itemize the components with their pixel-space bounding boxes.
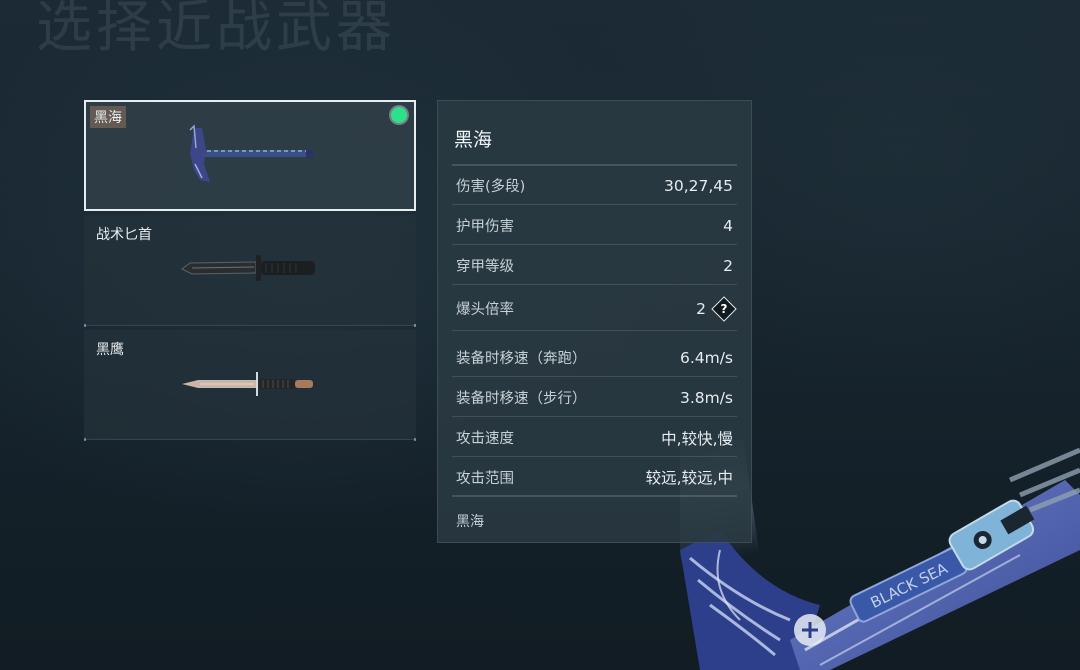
stat-label: 伤害(多段) — [456, 179, 526, 195]
stat-row-penetration: 穿甲等级 2 — [452, 247, 737, 285]
dagger-icon — [182, 372, 313, 396]
stat-value: 3.8m/s — [679, 388, 733, 407]
stat-value: 30,27,45 — [663, 176, 733, 195]
stat-row-headshot: 爆头倍率 2 ? — [452, 287, 737, 331]
stat-value-with-help: 2 ? — [696, 295, 737, 322]
stat-label: 爆头倍率 — [456, 302, 514, 318]
stat-row-damage: 伤害(多段) 30,27,45 — [452, 167, 737, 205]
stat-value: 4 — [723, 216, 733, 235]
card-corner-mark — [414, 438, 416, 441]
stat-row-attack-speed: 攻击速度 中,较快,慢 — [452, 419, 737, 457]
weapon-name: 黑海 — [90, 106, 126, 128]
stat-row-run-speed: 装备时移速（奔跑） 6.4m/s — [452, 339, 737, 377]
axe-icon — [189, 124, 314, 182]
stats-footer-name: 黑海 — [456, 514, 484, 530]
stat-row-armor-damage: 护甲伤害 4 — [452, 207, 737, 245]
weapon-card-blackhawk[interactable]: 黑鹰 — [84, 330, 416, 441]
card-corner-mark — [414, 324, 416, 327]
weapon-name: 战术匕首 — [96, 227, 152, 243]
help-glyph: ? — [720, 301, 728, 316]
melee-weapon-select-screen: 选择近战武器 BLACK SEA 黑海 战术匕首 黑鹰 黑海 伤害(多段) 30… — [0, 0, 1080, 670]
weapon-card-tactical-knife[interactable]: 战术匕首 — [84, 215, 416, 327]
weapon-list: 黑海 战术匕首 黑鹰 — [84, 100, 416, 444]
stat-label: 穿甲等级 — [456, 259, 514, 275]
stat-label: 护甲伤害 — [456, 219, 514, 235]
stat-label: 装备时移速（步行） — [456, 391, 587, 407]
stats-weapon-name: 黑海 — [454, 129, 493, 151]
card-corner-mark — [84, 438, 86, 441]
help-icon[interactable]: ? — [711, 295, 737, 322]
card-corner-mark — [84, 324, 86, 327]
equipped-indicator — [391, 107, 407, 123]
knife-icon — [181, 255, 315, 281]
weapon-card-blacksea[interactable]: 黑海 — [84, 100, 416, 211]
stat-value: 2 — [696, 299, 706, 318]
stat-label: 装备时移速（奔跑） — [456, 351, 587, 367]
stat-value: 6.4m/s — [679, 348, 733, 367]
stat-value: 中,较快,慢 — [661, 429, 733, 448]
stat-value: 2 — [723, 256, 733, 275]
stats-divider — [452, 164, 737, 166]
stat-row-walk-speed: 装备时移速（步行） 3.8m/s — [452, 379, 737, 417]
stat-label: 攻击速度 — [456, 431, 514, 447]
weapon-name: 黑鹰 — [96, 342, 124, 358]
screen-title: 选择近战武器 — [36, 0, 396, 60]
stat-value: 较远,较远,中 — [645, 469, 733, 487]
stat-label: 攻击范围 — [456, 470, 514, 487]
stat-row-attack-range: 攻击范围 较远,较远,中 — [452, 459, 737, 497]
weapon-stats-panel: 黑海 伤害(多段) 30,27,45 护甲伤害 4 穿甲等级 2 爆头倍率 2 … — [437, 100, 752, 543]
